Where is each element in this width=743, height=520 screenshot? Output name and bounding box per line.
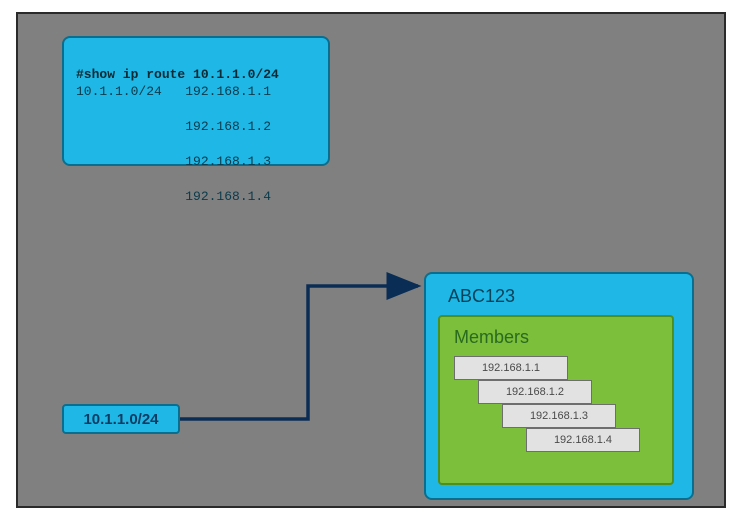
- hop-ip: 192.168.1.4: [185, 189, 271, 204]
- diagram-canvas: #show ip route 10.1.1.0/24 10.1.1.0/24 1…: [0, 0, 743, 520]
- terminal-output: #show ip route 10.1.1.0/24 10.1.1.0/24 1…: [62, 36, 330, 166]
- hop-ip: 192.168.1.2: [185, 119, 271, 134]
- route-chip: 10.1.1.0/24: [62, 404, 180, 434]
- terminal-row: 192.168.1.3: [76, 153, 316, 171]
- member-item: 192.168.1.4: [526, 428, 640, 452]
- terminal-row: 192.168.1.2: [76, 118, 316, 136]
- hop-ip: 192.168.1.1: [185, 84, 271, 99]
- member-item: 192.168.1.2: [478, 380, 592, 404]
- group-box: ABC123 Members 192.168.1.1 192.168.1.2 1…: [424, 272, 694, 500]
- member-item: 192.168.1.3: [502, 404, 616, 428]
- member-stack: 192.168.1.1 192.168.1.2 192.168.1.3 192.…: [454, 356, 654, 460]
- terminal-row: 192.168.1.4: [76, 188, 316, 206]
- member-item: 192.168.1.1: [454, 356, 568, 380]
- terminal-command: #show ip route 10.1.1.0/24: [76, 67, 279, 82]
- members-label: Members: [454, 327, 662, 348]
- members-panel: Members 192.168.1.1 192.168.1.2 192.168.…: [438, 315, 674, 485]
- route-prefix: 10.1.1.0/24: [76, 84, 162, 99]
- group-title: ABC123: [448, 286, 676, 307]
- terminal-row: 10.1.1.0/24 192.168.1.1: [76, 83, 316, 101]
- hop-ip: 192.168.1.3: [185, 154, 271, 169]
- diagram-frame: #show ip route 10.1.1.0/24 10.1.1.0/24 1…: [16, 12, 726, 508]
- route-chip-label: 10.1.1.0/24: [83, 411, 158, 428]
